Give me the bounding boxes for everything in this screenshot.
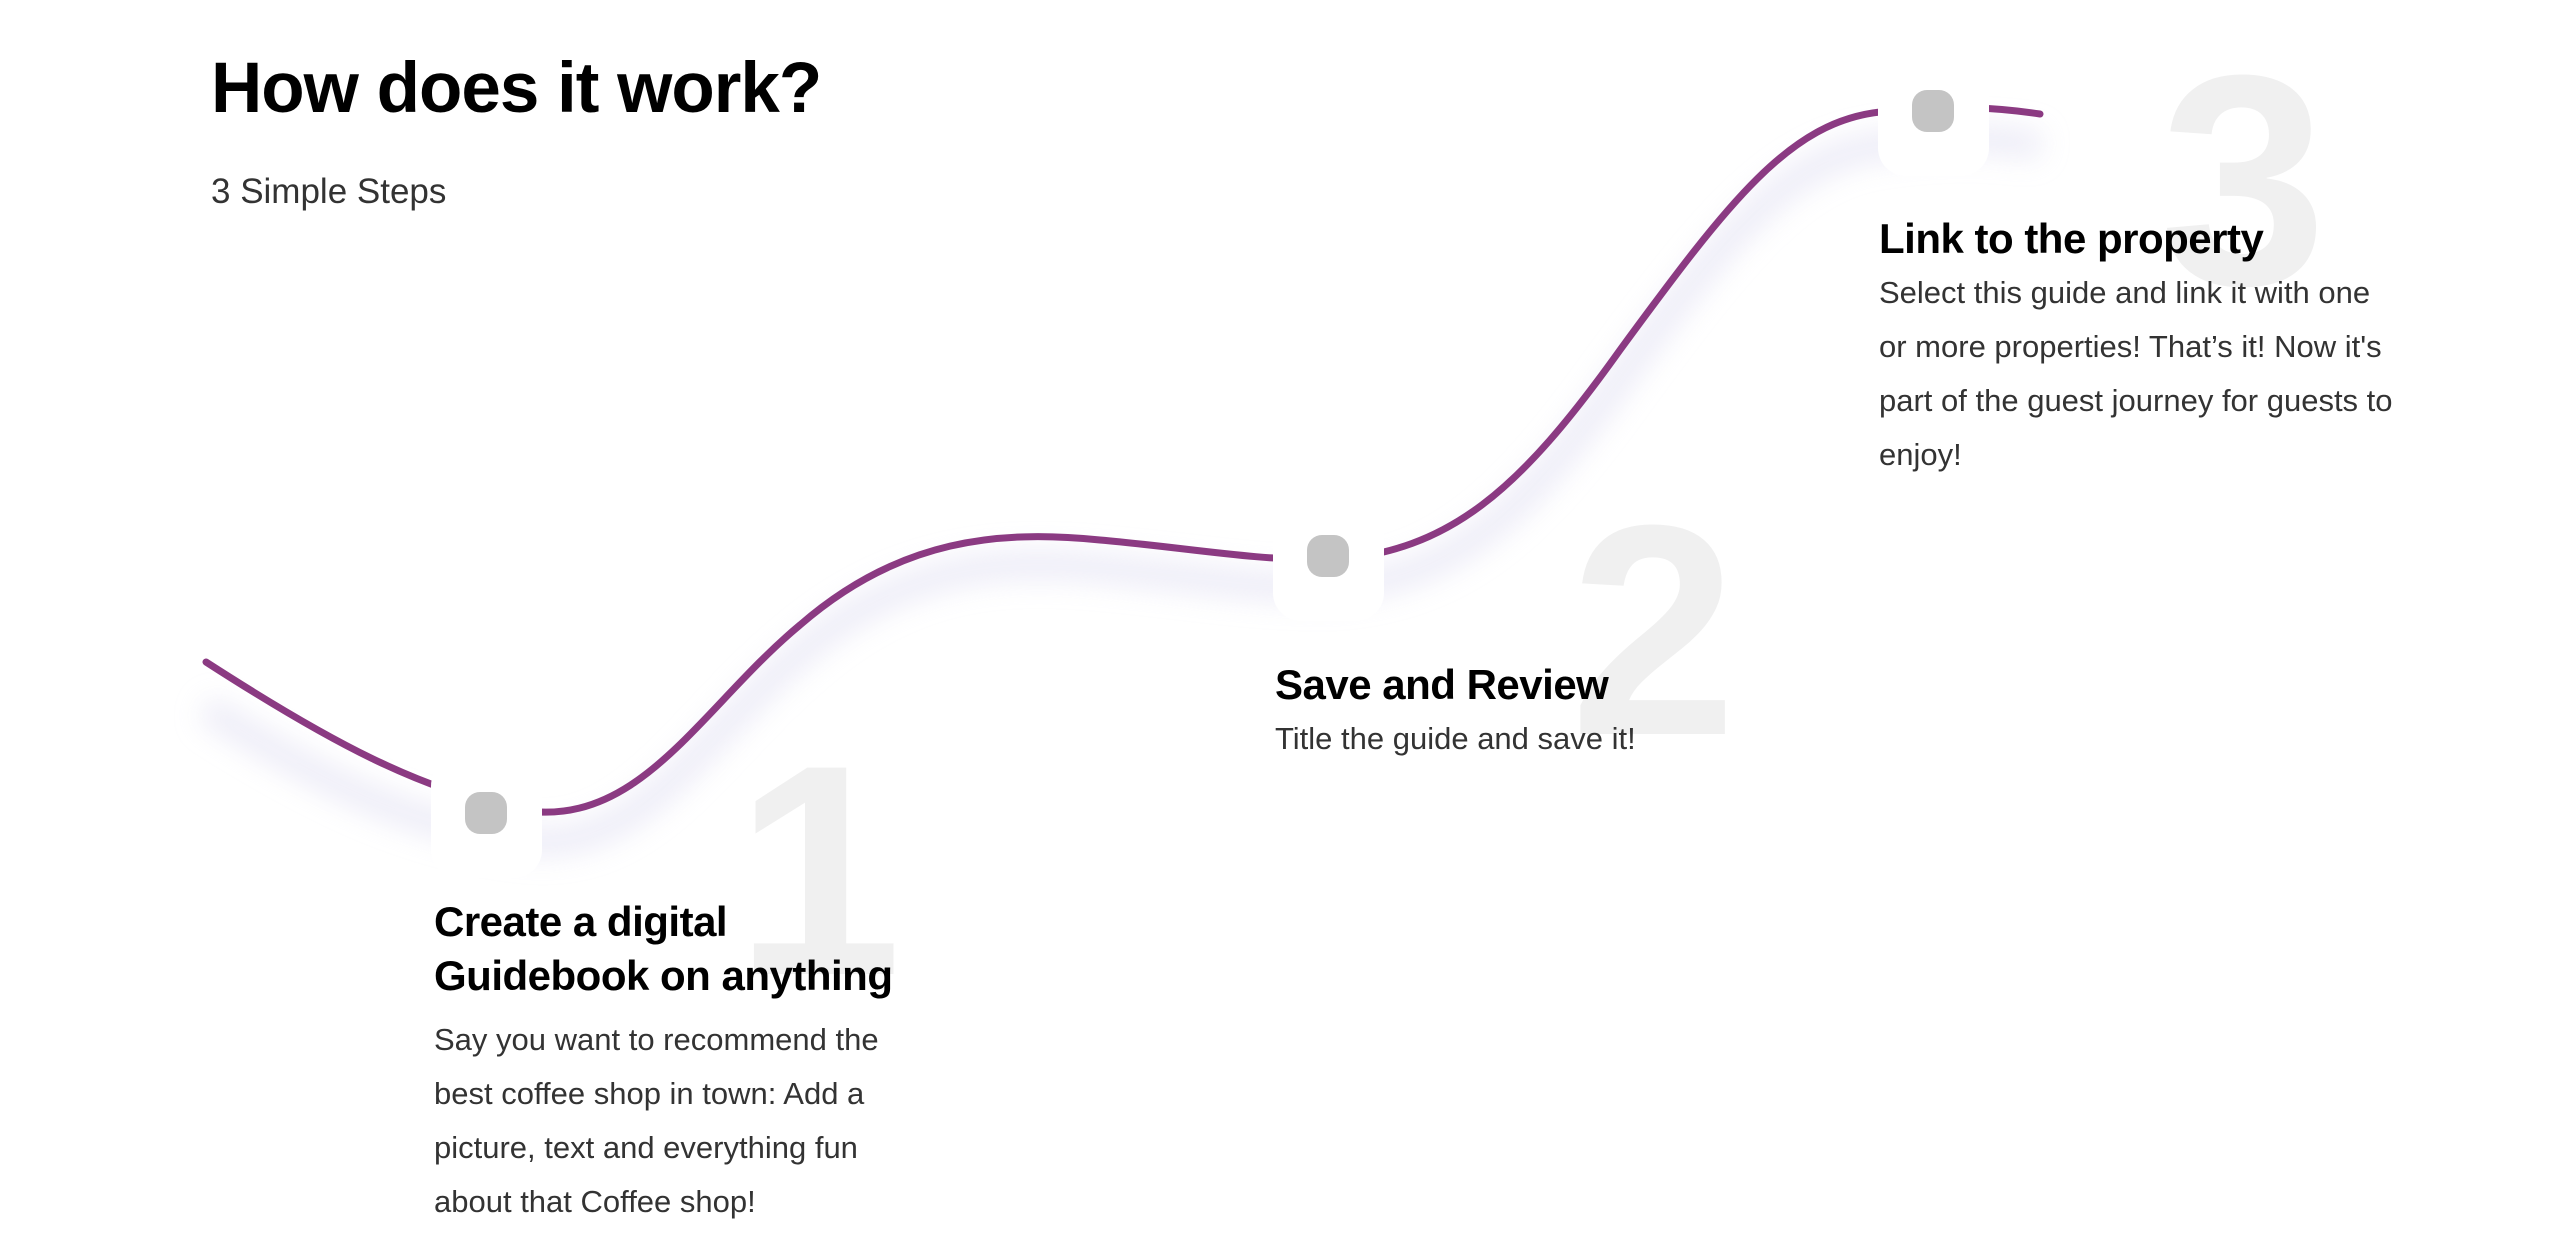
step-2-node-dot: [1307, 535, 1349, 577]
step-1-description: Say you want to recommend the best coffe…: [434, 1022, 879, 1219]
step-3-node-dot: [1912, 90, 1954, 132]
step-3-title: Link to the property: [1879, 215, 2264, 262]
step-2: Save and Review Title the guide and save…: [1275, 658, 1835, 766]
step-1: Create a digital Guidebook on anything S…: [434, 895, 934, 1229]
step-1-node: [431, 758, 542, 878]
step-2-title: Save and Review: [1275, 661, 1609, 708]
progress-curve: [198, 104, 2044, 855]
step-3: Link to the property Select this guide a…: [1879, 212, 2399, 482]
step-3-node: [1878, 56, 1989, 176]
how-it-works-section: How does it work? 3 Simple Steps 1 2 3 C…: [0, 0, 2560, 1256]
step-2-description: Title the guide and save it!: [1275, 721, 1636, 756]
step-2-node: [1273, 501, 1384, 621]
step-1-node-dot: [465, 792, 507, 834]
step-3-description: Select this guide and link it with one o…: [1879, 275, 2393, 472]
step-1-title: Create a digital Guidebook on anything: [434, 898, 893, 999]
